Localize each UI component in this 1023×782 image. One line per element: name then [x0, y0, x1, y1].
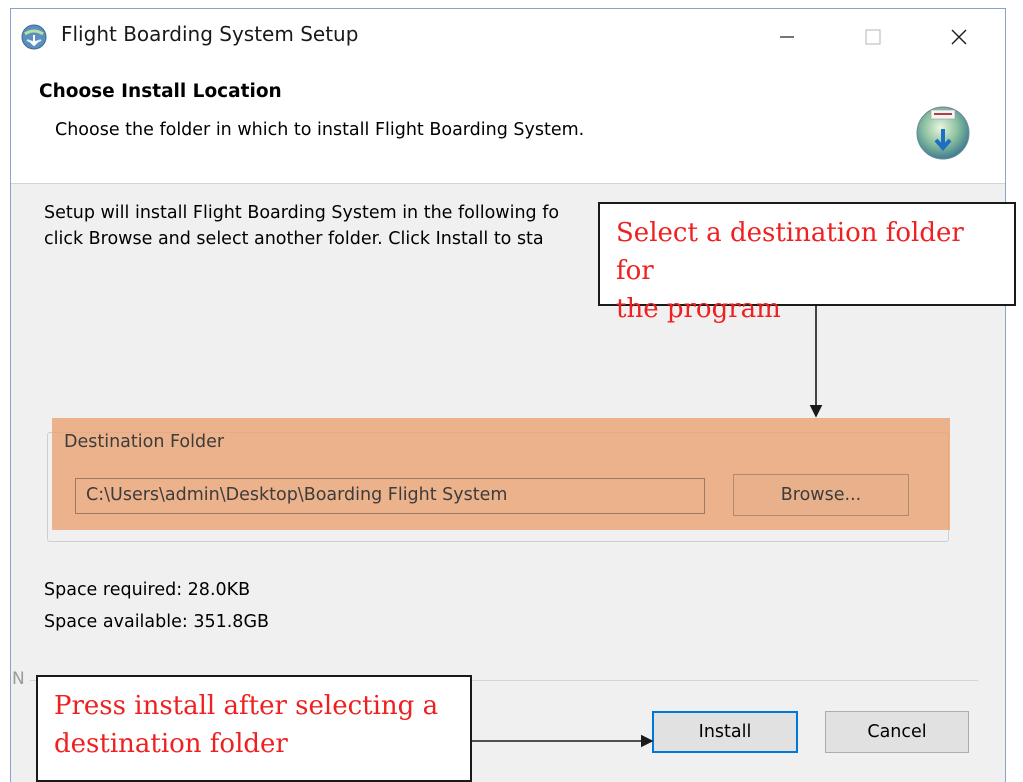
annotation-bottom-line-2: destination folder — [54, 729, 288, 759]
maximize-icon — [865, 29, 881, 45]
maximize-button[interactable] — [843, 9, 903, 65]
space-required: Space required: 28.0KB — [44, 580, 251, 600]
page-title: Choose Install Location — [39, 81, 282, 102]
annotation-callout-select-folder: Select a destination folder for the prog… — [598, 202, 1016, 324]
destination-group-label: Destination Folder — [64, 432, 225, 452]
branding-text: N — [12, 669, 25, 689]
install-disc-icon — [913, 101, 973, 161]
window-title: Flight Boarding System Setup — [61, 22, 359, 46]
annotation-callout-press-install: Press install after selecting a destinat… — [36, 675, 472, 782]
installer-window: Flight Boarding System Setup Choose Inst… — [10, 8, 1006, 782]
cancel-button[interactable]: Cancel — [825, 711, 969, 753]
install-button[interactable]: Install — [652, 711, 798, 753]
annotation-top-line-2: the program — [616, 294, 781, 324]
annotation-top-line-1: Select a destination folder for — [616, 218, 964, 286]
title-bar[interactable]: Flight Boarding System Setup — [11, 9, 1005, 65]
minimize-icon — [780, 36, 794, 38]
close-icon — [951, 29, 967, 45]
minimize-button[interactable] — [757, 9, 817, 65]
browse-button[interactable]: Browse... — [733, 474, 909, 516]
close-button[interactable] — [929, 9, 989, 65]
space-available: Space available: 351.8GB — [44, 612, 270, 632]
page-subtitle: Choose the folder in which to install Fl… — [55, 120, 585, 140]
annotation-bottom-line-1: Press install after selecting a — [54, 691, 439, 721]
destination-path-input[interactable]: C:\Users\admin\Desktop\Boarding Flight S… — [75, 478, 705, 514]
wizard-header: Choose Install Location Choose the folde… — [11, 65, 1005, 184]
installer-globe-icon — [21, 24, 47, 50]
